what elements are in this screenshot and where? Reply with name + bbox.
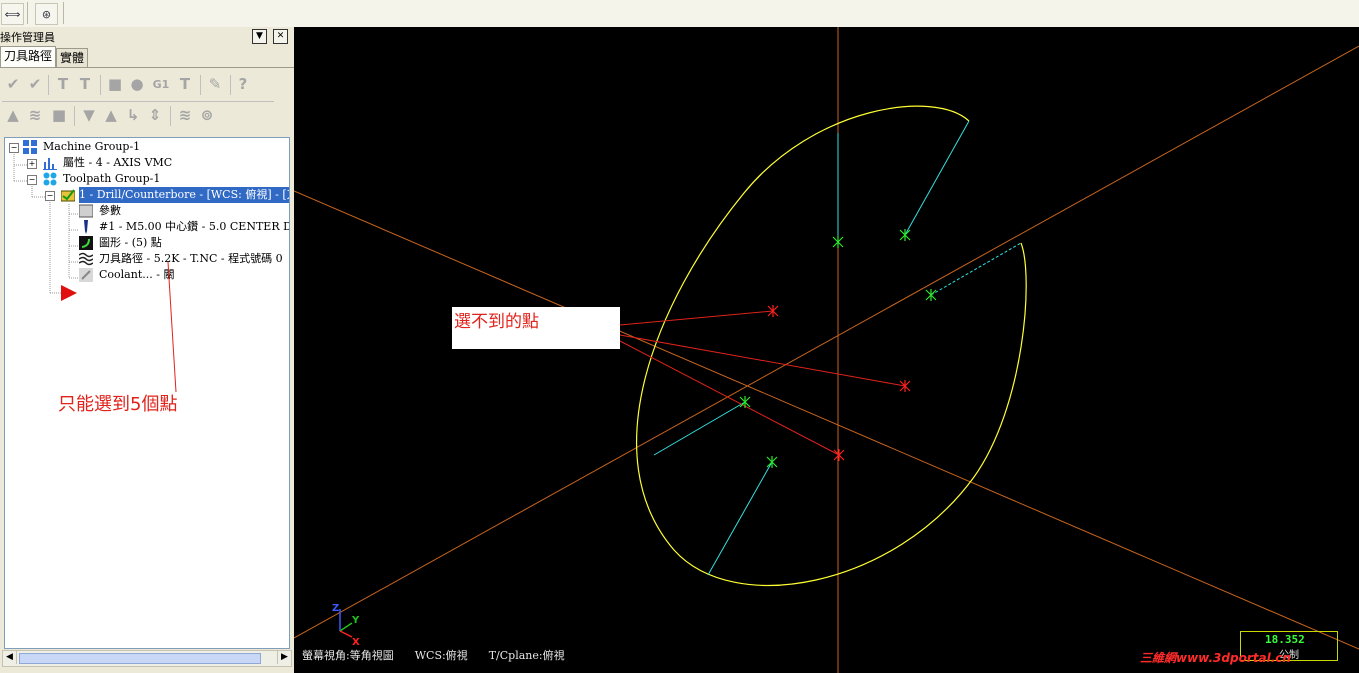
watermark-logo: 三維網www.3dportal.cn <box>1140 651 1291 665</box>
viewport-scene: Z Y X <box>294 27 1359 673</box>
ellipse-arc <box>635 105 1027 587</box>
callout-text: 選不到的點 <box>454 312 539 332</box>
annotation-overlay <box>167 261 177 393</box>
status-wcs: WCS:俯視 <box>414 649 468 662</box>
annotation-pointer-line <box>167 261 177 393</box>
callout-box: 選不到的點 <box>452 307 620 349</box>
graphics-viewport[interactable]: Z Y X 選不到的點 螢幕視角:等角視圖 WCS:俯視 T/Cplane:俯視… <box>294 27 1359 673</box>
axes <box>294 27 1359 673</box>
gnomon-z-label: Z <box>332 603 339 614</box>
status-view: 螢幕視角:等角視圖 <box>302 649 394 662</box>
view-status: 螢幕視角:等角視圖 WCS:俯視 T/Cplane:俯視 <box>302 647 565 663</box>
status-tcplane: T/Cplane:俯視 <box>488 649 565 662</box>
scale-value: 18.352 <box>1265 633 1305 646</box>
gnomon-y-label: Y <box>351 615 360 626</box>
gnomon: Z Y X <box>332 603 360 648</box>
annotation-note: 只能選到5個點 <box>58 394 178 415</box>
